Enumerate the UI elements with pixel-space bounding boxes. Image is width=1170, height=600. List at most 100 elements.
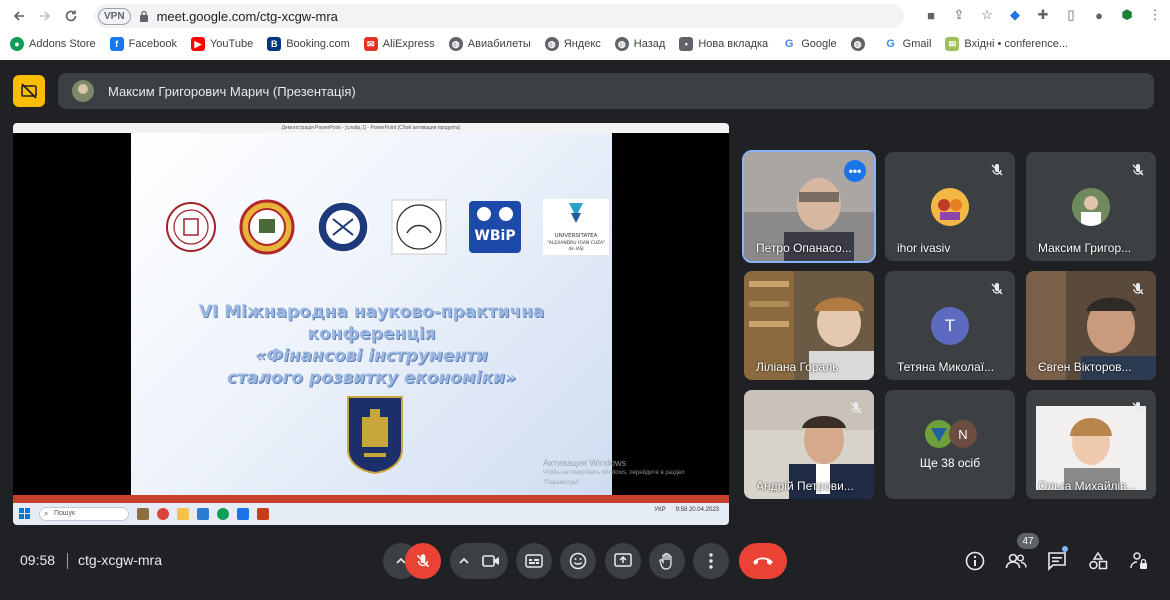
wbip-logo-text: WBiP (474, 228, 515, 244)
bookmark-booking[interactable]: B Booking.com (267, 37, 350, 51)
extensions-area: ■ ⇪ ☆ ◆ ✚ ▯ ● ⬢ ⋮ (922, 6, 1164, 24)
gmail-inbox-icon: ✉ (945, 37, 960, 51)
people-button[interactable] (1004, 549, 1028, 573)
people-icon (1005, 553, 1027, 569)
mic-off-icon (991, 164, 1003, 176)
participant-name: Андрій Петрови... (756, 479, 854, 493)
participant-tile[interactable]: Ольга Михайлів... (1026, 390, 1156, 499)
bookmark-aliexpress[interactable]: ✉ AliExpress (363, 37, 435, 51)
ppt-window-title: Демонстрація PowerPoint - [слайд 1] - Po… (13, 123, 729, 133)
chat-button[interactable] (1045, 549, 1069, 573)
bookmark-new-tab[interactable]: ▪ Нова вкладка (679, 37, 768, 51)
university-seal-logo-1 (163, 199, 219, 255)
google-icon: G (883, 37, 898, 51)
activities-button[interactable] (1086, 549, 1110, 573)
participant-name: Ольга Михайлів... (1038, 479, 1137, 493)
address-row: VPN meet.google.com/ctg-xcgw-mra ■ ⇪ ☆ ◆… (0, 0, 1170, 32)
presentation-screen[interactable]: Демонстрація PowerPoint - [слайд 1] - Po… (13, 123, 729, 525)
bookmark-star-icon[interactable]: ☆ (978, 6, 996, 24)
participant-tile[interactable]: Максим Григор... (1026, 152, 1156, 261)
mic-off-icon (1132, 402, 1144, 414)
stop-presenting-button[interactable] (13, 75, 45, 107)
taskbar-language[interactable]: УКР (654, 507, 665, 513)
divider (67, 553, 68, 569)
participant-avatar (1072, 188, 1110, 226)
presenter-bar: Максим Григорович Марич (Презентація) (58, 73, 1154, 109)
participant-tile[interactable]: T Тетяна Миколаї... (885, 271, 1015, 380)
present-screen-icon (614, 553, 632, 567)
bookmark-nazad[interactable]: ◍ Назад (614, 37, 665, 51)
sidebar-icon[interactable]: ▯ (1062, 6, 1080, 24)
share-icon[interactable]: ⇪ (950, 6, 968, 24)
slide-title-line-4: сталого розвитку економіки» (226, 368, 517, 388)
participant-tile[interactable]: Лілiана Гораль (744, 271, 874, 380)
bookmark-globe[interactable]: ◍ (850, 37, 870, 51)
present-now-button[interactable] (605, 543, 641, 579)
windows-taskbar: Пошук УКР 9:58 20.04.2023 (13, 503, 729, 525)
bookmark-google[interactable]: G Google (782, 37, 837, 51)
more-options-button[interactable] (693, 543, 729, 579)
mic-off-icon (850, 402, 862, 414)
more-vert-icon (709, 553, 713, 569)
bookmark-youtube[interactable]: ▶ YouTube (190, 37, 253, 51)
meeting-details-button[interactable] (963, 549, 987, 573)
menu-dots-icon[interactable]: ⋮ (1146, 6, 1164, 24)
mic-toggle-button[interactable] (405, 543, 441, 579)
more-options-icon[interactable]: ••• (844, 160, 866, 182)
more-participants-tile[interactable]: N Ще 38 осіб (885, 390, 1015, 499)
raise-hand-button[interactable] (649, 543, 685, 579)
taskbar-search[interactable]: Пошук (39, 507, 129, 521)
browser-chrome: VPN meet.google.com/ctg-xcgw-mra ■ ⇪ ☆ ◆… (0, 0, 1170, 60)
chevron-up-icon (459, 557, 469, 564)
taskbar-mail-icon[interactable] (237, 508, 249, 520)
back-button[interactable] (6, 3, 32, 29)
watermark-subtitle: Чтобы активировать Windows, перейдите в … (543, 470, 685, 486)
bookmark-aviabilety[interactable]: ◍ Авиабилеты (448, 37, 531, 51)
participants-count-badge: 47 (1017, 533, 1039, 549)
reactions-button[interactable] (560, 543, 596, 579)
bookmark-yandex[interactable]: ◍ Яндекс (544, 37, 601, 51)
ppt-status-bar (13, 495, 729, 503)
present-off-icon (21, 83, 37, 99)
taskbar-files-icon[interactable] (177, 508, 189, 520)
puzzle-icon[interactable]: ✚ (1034, 6, 1052, 24)
forward-button[interactable] (32, 3, 58, 29)
vpn-badge[interactable]: VPN (98, 7, 131, 25)
participant-letter-avatar: N (949, 420, 977, 448)
vpn-extension-icon[interactable]: ◆ (1006, 6, 1024, 24)
stacked-avatars: N (925, 420, 985, 450)
bookmark-facebook[interactable]: f Facebook (109, 37, 177, 51)
bookmark-addons-store[interactable]: ● Addons Store (10, 37, 96, 51)
taskbar-widgets-icon[interactable] (137, 508, 149, 520)
address-bar[interactable]: VPN meet.google.com/ctg-xcgw-mra (94, 4, 904, 28)
url-text[interactable]: meet.google.com/ctg-xcgw-mra (157, 9, 338, 24)
google-icon: G (782, 37, 797, 51)
slide-title: VI Міжнародна науково-практична конферен… (151, 301, 592, 389)
bookmark-gmail[interactable]: G Gmail (883, 37, 931, 51)
slide-title-line-2: конференція (307, 324, 436, 344)
profile-icon[interactable]: ● (1090, 6, 1108, 24)
taskbar-edge-icon[interactable] (217, 508, 229, 520)
participant-name: Євген Вікторов... (1038, 360, 1132, 374)
bookmarks-bar: ● Addons Store f Facebook ▶ YouTube B Bookin… (0, 33, 1170, 55)
participant-tile[interactable]: Євген Вікторов... (1026, 271, 1156, 380)
closed-captions-icon (525, 554, 543, 568)
taskbar-clock[interactable]: 9:58 20.04.2023 (676, 507, 719, 513)
leave-call-button[interactable] (739, 543, 787, 579)
taskbar-store-icon[interactable] (197, 508, 209, 520)
shield-icon[interactable]: ⬢ (1118, 6, 1136, 24)
mic-off-icon (416, 554, 430, 568)
participant-tile[interactable]: Андрій Петрови... (744, 390, 874, 499)
taskbar-powerpoint-icon[interactable] (257, 508, 269, 520)
participant-tile[interactable]: ihor ivasiv (885, 152, 1015, 261)
reload-button[interactable] (58, 3, 84, 29)
camera-indicator-icon[interactable]: ■ (922, 6, 940, 24)
participant-tile[interactable]: ••• Петро Опанасо... (742, 150, 876, 263)
windows-start-icon[interactable] (19, 508, 31, 520)
camera-toggle-button[interactable] (474, 543, 508, 579)
taskbar-chrome-icon[interactable] (157, 508, 169, 520)
captions-button[interactable] (516, 543, 552, 579)
lock-icon[interactable] (139, 10, 149, 22)
host-controls-button[interactable] (1127, 549, 1151, 573)
bookmark-inbox[interactable]: ✉ Вхідні • conference... (945, 37, 1068, 51)
